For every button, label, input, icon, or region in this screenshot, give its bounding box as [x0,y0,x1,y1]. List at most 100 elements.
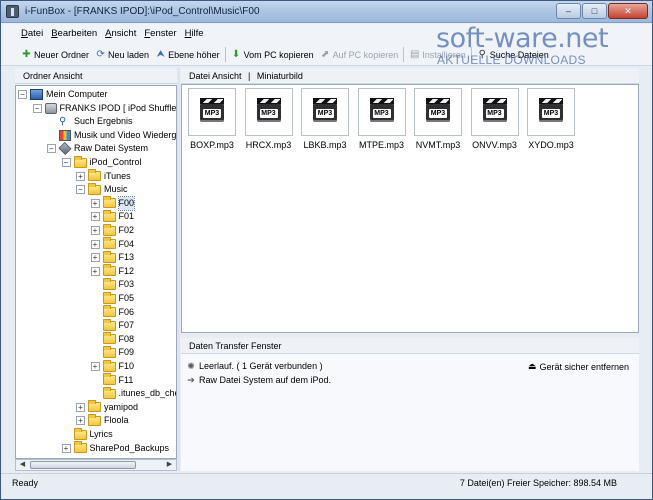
toolbar-label: Auf PC kopieren [332,49,399,60]
tree-item[interactable]: F03 [91,277,134,291]
tree-item[interactable]: Lyrics [62,427,113,441]
ebene-höher-button[interactable]: ⮝ Ebene höher [152,45,223,65]
expand-icon[interactable]: + [90,239,100,249]
arrow-right-icon: ➔ [187,375,195,385]
tree-item[interactable]: + F12 [90,264,134,278]
menu-fenster[interactable]: Fenster [140,24,180,44]
title-bar[interactable]: i-FunBox - [FRANKS IPOD]:\iPod_Control\M… [1,1,652,23]
folder-icon [88,413,101,426]
close-button[interactable]: ✕ [608,3,648,19]
tree-item-label: Floola [104,415,129,426]
collapse-icon[interactable]: − [61,158,71,167]
minimize-button[interactable]: – [556,3,581,19]
tree-item[interactable]: + yamipod [76,400,138,414]
tree-item[interactable]: F07 [91,318,134,332]
mp3-file-icon: MP3 [537,98,565,126]
folder-icon [73,427,87,440]
tree-item[interactable]: + F10 [90,359,135,373]
file-item[interactable]: MP3 HRCX.mp3 [242,88,296,150]
collapse-icon[interactable]: − [47,144,56,154]
expand-icon[interactable]: + [61,443,71,453]
expand-icon[interactable]: + [76,416,85,426]
tree-item-label: Such Ergebnis [74,116,133,127]
tree-item[interactable]: − Raw Datei System [47,142,148,156]
tree-item[interactable]: − FRANKS IPOD [ iPod Shuffle ] [32,102,177,115]
folder-tree[interactable]: − Mein Computer − FRANKS IPOD [ iPod Shuffl… [15,85,177,459]
collapse-icon[interactable]: − [32,103,42,113]
scroll-thumb[interactable] [30,461,136,469]
folder-icon [88,400,101,413]
tree-item[interactable]: + F13 [90,250,135,264]
file-item[interactable]: MP3 NVMT.mp3 [411,88,465,150]
tree-item[interactable]: F08 [91,332,134,346]
file-item[interactable]: MP3 LBKB.mp3 [298,88,352,150]
tree-item[interactable]: + F02 [90,223,134,237]
install-icon: ▤ [409,49,420,60]
view-mode-thumbnail[interactable]: Miniaturbild [257,71,303,81]
menu-hilfe[interactable]: Hilfe [181,24,208,44]
tree-item-label: F10 [118,361,135,371]
expand-icon[interactable]: + [76,402,85,412]
file-name: NVMT.mp3 [415,140,461,150]
tree-item[interactable]: F09 [91,345,134,359]
collapse-icon[interactable]: − [18,90,27,99]
neuer-ordner-button[interactable]: ✚ Neuer Ordner [18,45,92,65]
expand-icon[interactable]: + [90,362,100,371]
menu-datei[interactable]: Datei [17,24,47,44]
tree-item[interactable]: F06 [91,305,134,319]
scroll-left-icon[interactable]: ◀ [17,460,28,470]
folder-icon [102,373,116,386]
menu-bearbeiten[interactable]: Bearbeiten [47,24,101,44]
expand-icon[interactable]: + [90,212,100,222]
tree-item[interactable]: F05 [91,291,134,305]
tree-item[interactable]: − iPod_Control [61,155,142,169]
safely-remove-button[interactable]: ⏏ Gerät sicher entfernen [528,361,629,372]
scroll-right-icon[interactable]: ▶ [164,460,175,470]
file-item[interactable]: MP3 ONVV.mp3 [468,88,522,150]
tree-item-label: F13 [118,252,135,263]
file-name: LBKB.mp3 [303,140,347,150]
tree-item[interactable]: ⚲ Such Ergebnis [47,115,133,128]
suche-dateien-button[interactable]: ⚲ Suche Dateien [474,45,552,65]
vom-pc-kopieren-button[interactable]: ⬇ Vom PC kopieren [228,45,317,65]
tree-item[interactable]: − Music [76,182,128,196]
tree-item[interactable]: + F01 [90,209,134,223]
file-item[interactable]: MP3 XYDO.mp3 [524,88,578,150]
tree-item-label: FRANKS IPOD [ iPod Shuffle ] [59,102,177,113]
maximize-button[interactable]: □ [582,3,607,19]
toolbar-label: Neu laden [108,49,150,60]
tree-horizontal-scrollbar[interactable]: ◀ ▶ [15,459,177,471]
tree-item[interactable]: Musik und Video Wiedergabe [47,129,176,142]
tree-item[interactable]: + F04 [90,237,134,251]
tree-item[interactable]: + iTunes [76,169,131,183]
collapse-icon[interactable]: − [76,185,85,195]
tree-item[interactable]: F11 [91,373,134,387]
folder-icon [102,345,116,358]
toolbar-label: Ebene höher [168,49,220,60]
raw-filesystem-icon [58,142,72,156]
tree-item[interactable]: + F00 [90,195,135,211]
expand-icon[interactable]: + [90,266,100,276]
installieren-button[interactable]: ▤ Installieren [406,45,469,65]
tree-item[interactable]: .itunes_db_che [91,386,176,400]
tree-item[interactable]: + SharePod_Backups [61,441,169,455]
file-item[interactable]: MP3 BOXP.mp3 [185,88,239,150]
expand-icon[interactable]: + [90,253,100,263]
expand-icon[interactable]: + [90,226,100,235]
window-controls: – □ ✕ [556,3,648,19]
mp3-tag: MP3 [372,109,391,118]
toolbar-label: Suche Dateien [489,49,549,60]
folder-icon [102,332,116,345]
file-view[interactable]: MP3 BOXP.mp3 MP3 HRCX.mp3 MP3 LBKB.mp3 MP3 MTPE… [181,84,639,333]
neu-laden-button[interactable]: ⟳ Neu laden [92,45,152,65]
tree-item-label: F11 [118,374,134,385]
file-item[interactable]: MP3 MTPE.mp3 [355,88,409,150]
menu-ansicht[interactable]: Ansicht [101,24,140,44]
expand-icon[interactable]: + [76,171,85,181]
header-separator: | [248,71,251,81]
tree-item[interactable]: − Mein Computer [18,88,108,101]
expand-icon[interactable]: + [90,198,100,208]
auf-pc-kopieren-button[interactable]: ⬈ Auf PC kopieren [317,45,402,65]
tree-item[interactable]: + Floola [76,413,129,427]
pane-splitter[interactable] [177,68,180,471]
